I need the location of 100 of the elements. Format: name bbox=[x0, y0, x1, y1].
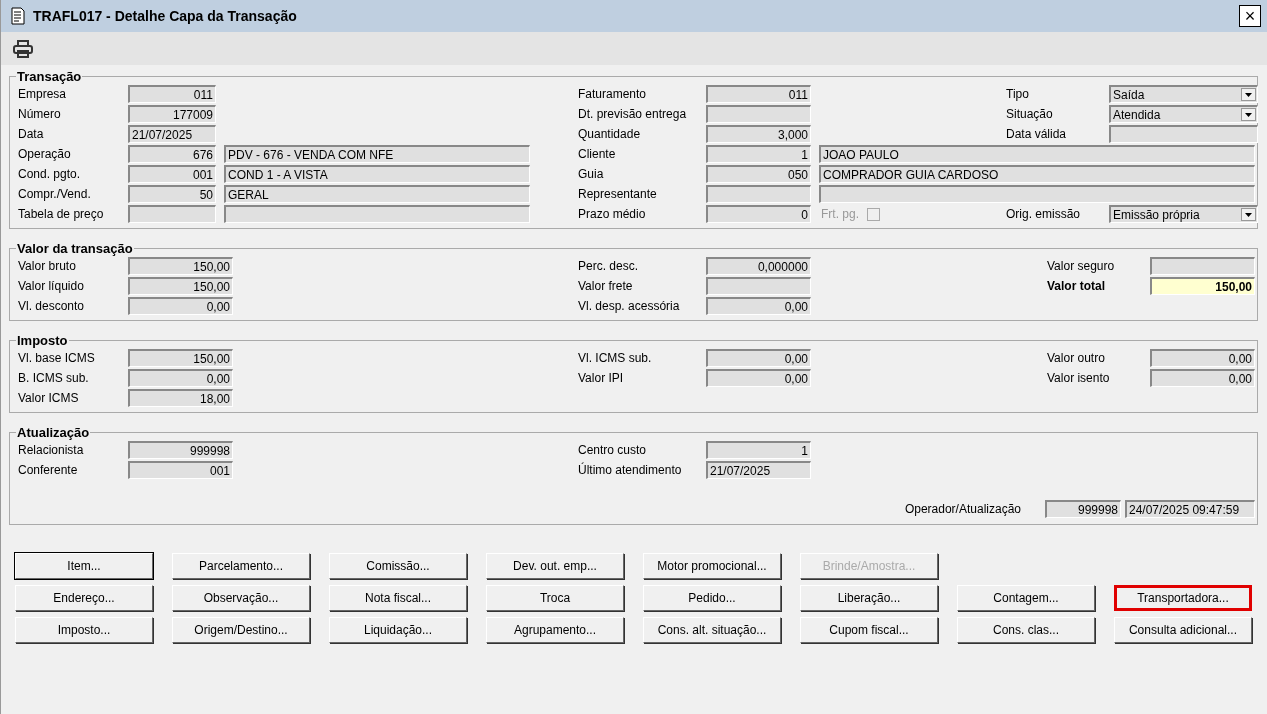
action-button[interactable]: Cupom fiscal... bbox=[800, 617, 938, 643]
action-button[interactable]: Item... bbox=[15, 553, 153, 579]
input-field[interactable]: 001 bbox=[128, 165, 216, 183]
input-field[interactable]: 0,00 bbox=[706, 349, 811, 367]
field-label: Valor bruto bbox=[18, 259, 77, 273]
action-button[interactable]: Cons. alt. situação... bbox=[643, 617, 781, 643]
section-title: Imposto bbox=[16, 333, 69, 348]
input-field[interactable] bbox=[1109, 125, 1258, 143]
field-label: Compr./Vend. bbox=[18, 187, 92, 201]
field-label: B. ICMS sub. bbox=[18, 371, 90, 385]
input-field[interactable] bbox=[128, 205, 216, 223]
action-button[interactable]: Agrupamento... bbox=[486, 617, 624, 643]
dropdown[interactable]: Saída bbox=[1109, 85, 1258, 103]
input-field[interactable]: PDV - 676 - VENDA COM NFE bbox=[224, 145, 530, 163]
field-label: Quantidade bbox=[578, 127, 642, 141]
field-label: Situação bbox=[1006, 107, 1054, 121]
input-field[interactable]: 24/07/2025 09:47:59 bbox=[1125, 500, 1255, 518]
input-field[interactable]: 0 bbox=[706, 205, 811, 223]
action-button[interactable]: Cons. clas... bbox=[957, 617, 1095, 643]
field-label: Vl. desp. acessória bbox=[578, 299, 681, 313]
action-button[interactable]: Nota fiscal... bbox=[329, 585, 467, 611]
input-field[interactable]: 001 bbox=[128, 461, 233, 479]
input-field[interactable]: 0,00 bbox=[706, 297, 811, 315]
action-button[interactable]: Pedido... bbox=[643, 585, 781, 611]
input-field[interactable]: 21/07/2025 bbox=[706, 461, 811, 479]
input-field[interactable]: 50 bbox=[128, 185, 216, 203]
input-field[interactable]: 0,00 bbox=[706, 369, 811, 387]
input-field[interactable]: 1 bbox=[706, 441, 811, 459]
input-field[interactable]: 0,000000 bbox=[706, 257, 811, 275]
input-field[interactable]: COMPRADOR GUIA CARDOSO bbox=[819, 165, 1255, 183]
input-field[interactable]: 0,00 bbox=[128, 297, 233, 315]
field-label: Perc. desc. bbox=[578, 259, 640, 273]
section-title: Valor da transação bbox=[16, 241, 134, 256]
field-label: Valor outro bbox=[1047, 351, 1106, 365]
input-field[interactable]: 011 bbox=[128, 85, 216, 103]
dropdown[interactable]: Emissão própria bbox=[1109, 205, 1258, 223]
input-field[interactable]: 150,00 bbox=[128, 257, 233, 275]
input-field[interactable]: 011 bbox=[706, 85, 811, 103]
field-label: Valor ICMS bbox=[18, 391, 80, 405]
action-button[interactable]: Parcelamento... bbox=[172, 553, 310, 579]
input-field[interactable]: COND 1 - A VISTA bbox=[224, 165, 530, 183]
field-label: Último atendimento bbox=[578, 463, 683, 477]
field-label: Orig. emissão bbox=[1006, 207, 1082, 221]
action-button[interactable]: Consulta adicional... bbox=[1114, 617, 1252, 643]
input-field[interactable]: 0,00 bbox=[128, 369, 233, 387]
field-label: Valor seguro bbox=[1047, 259, 1116, 273]
input-field[interactable]: JOAO PAULO bbox=[819, 145, 1255, 163]
field-label: Valor líquido bbox=[18, 279, 85, 293]
action-button[interactable]: Liberação... bbox=[800, 585, 938, 611]
field-label: Operação bbox=[18, 147, 72, 161]
section-title: Atualização bbox=[16, 425, 91, 440]
field-label: Relacionista bbox=[18, 443, 85, 457]
input-field[interactable]: 999998 bbox=[1045, 500, 1121, 518]
input-field[interactable]: 150,00 bbox=[128, 349, 233, 367]
input-field[interactable] bbox=[706, 105, 811, 123]
input-field[interactable]: 21/07/2025 bbox=[128, 125, 216, 143]
field-label: Prazo médio bbox=[578, 207, 647, 221]
action-button[interactable]: Dev. out. emp... bbox=[486, 553, 624, 579]
action-button[interactable]: Troca bbox=[486, 585, 624, 611]
input-field[interactable]: 050 bbox=[706, 165, 811, 183]
field-label: Valor IPI bbox=[578, 371, 625, 385]
action-button[interactable]: Observação... bbox=[172, 585, 310, 611]
field-label: Valor isento bbox=[1047, 371, 1111, 385]
action-button[interactable]: Transportadora... bbox=[1114, 585, 1252, 611]
input-field[interactable]: 1 bbox=[706, 145, 811, 163]
input-field[interactable] bbox=[224, 205, 530, 223]
field-label: Faturamento bbox=[578, 87, 648, 101]
action-button[interactable]: Origem/Destino... bbox=[172, 617, 310, 643]
action-button[interactable]: Motor promocional... bbox=[643, 553, 781, 579]
close-button[interactable]: × bbox=[1239, 5, 1261, 27]
window-title: TRAFL017 - Detalhe Capa da Transação bbox=[33, 8, 298, 24]
field-label: Representante bbox=[578, 187, 658, 201]
input-field[interactable]: 150,00 bbox=[1150, 277, 1255, 295]
field-label: Tipo bbox=[1006, 87, 1030, 101]
input-field[interactable]: 150,00 bbox=[128, 277, 233, 295]
action-button[interactable]: Contagem... bbox=[957, 585, 1095, 611]
action-button[interactable]: Liquidação... bbox=[329, 617, 467, 643]
input-field[interactable]: 999998 bbox=[128, 441, 233, 459]
action-button[interactable]: Comissão... bbox=[329, 553, 467, 579]
action-button[interactable]: Imposto... bbox=[15, 617, 153, 643]
field-label: Tabela de preço bbox=[18, 207, 105, 221]
input-field[interactable] bbox=[706, 185, 811, 203]
input-field[interactable]: 0,00 bbox=[1150, 349, 1255, 367]
input-field[interactable]: 0,00 bbox=[1150, 369, 1255, 387]
field-label: Dt. previsão entrega bbox=[578, 107, 688, 121]
field-label: Conferente bbox=[18, 463, 79, 477]
print-icon[interactable] bbox=[12, 38, 34, 59]
input-field[interactable] bbox=[819, 185, 1255, 203]
input-field[interactable] bbox=[1150, 257, 1255, 275]
input-field[interactable]: 18,00 bbox=[128, 389, 233, 407]
dropdown[interactable]: Atendida bbox=[1109, 105, 1258, 123]
section-title: Transação bbox=[16, 69, 83, 84]
input-field[interactable] bbox=[706, 277, 811, 295]
checkbox-label: Frt. pg. bbox=[821, 207, 859, 221]
field-label: Vl. ICMS sub. bbox=[578, 351, 653, 365]
input-field[interactable]: 676 bbox=[128, 145, 216, 163]
input-field[interactable]: 3,000 bbox=[706, 125, 811, 143]
action-button[interactable]: Endereço... bbox=[15, 585, 153, 611]
input-field[interactable]: 177009 bbox=[128, 105, 216, 123]
input-field[interactable]: GERAL bbox=[224, 185, 530, 203]
